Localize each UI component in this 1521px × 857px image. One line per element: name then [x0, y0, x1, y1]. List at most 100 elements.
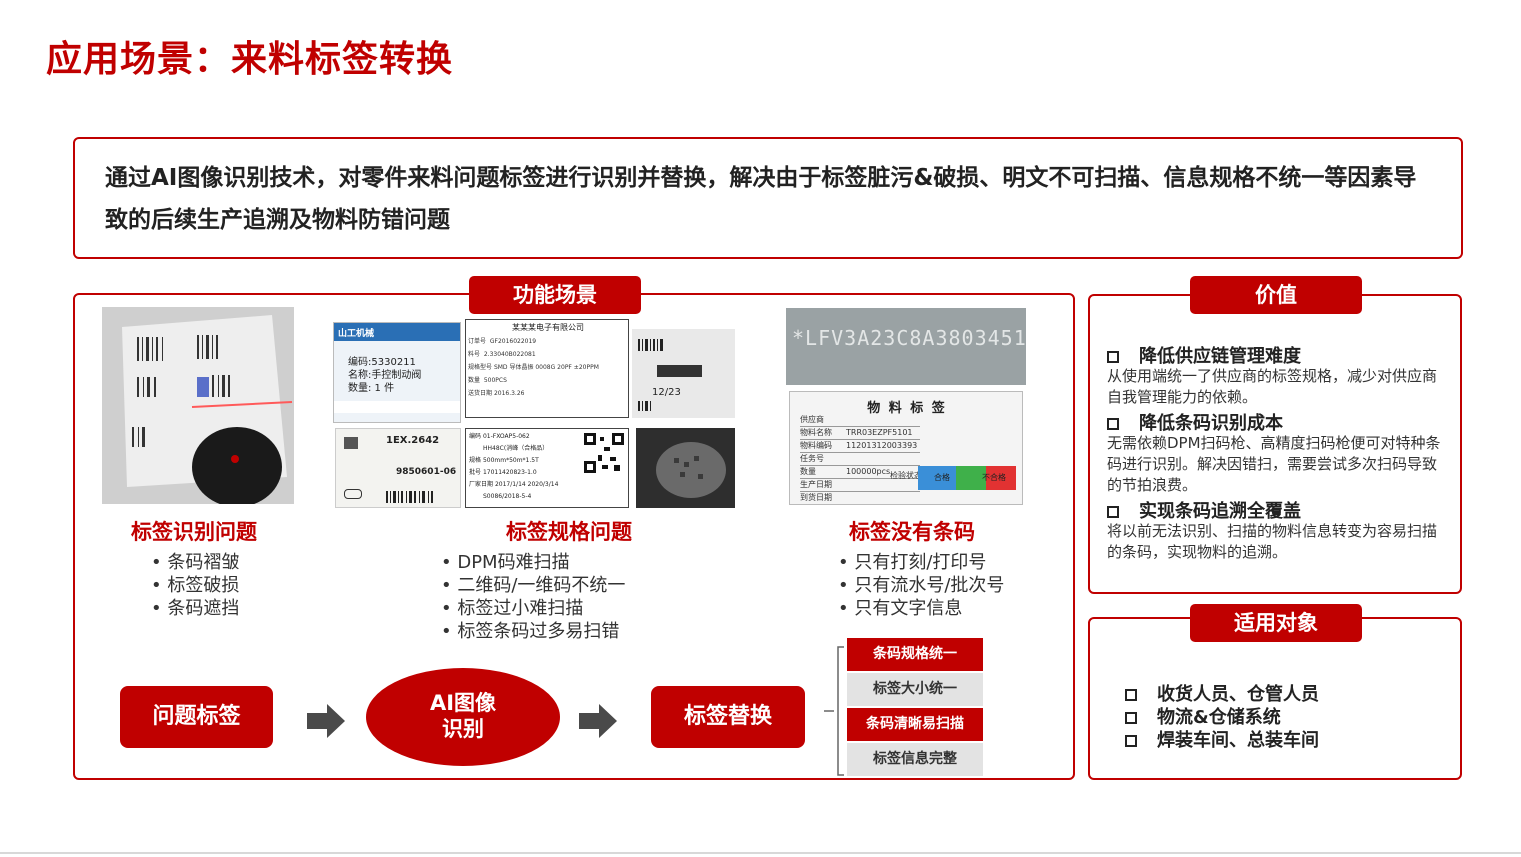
material-row: 任务号 — [800, 453, 920, 466]
value-head-2: 降低条码识别成本 — [1107, 409, 1283, 435]
material-row-value: TRR03EZPF5101 — [846, 428, 913, 437]
material-fail: 不合格 — [982, 473, 1006, 482]
column-title-no-barcode: 标签没有条码 — [849, 520, 975, 544]
arrow-right-icon — [579, 704, 617, 738]
wrinkled-label-photo — [102, 307, 294, 504]
flow-step2-line1: AI图像 — [429, 691, 497, 715]
target-item-2-text: 物流&仓储系统 — [1157, 707, 1281, 728]
value-body-2: 无需依赖DPM扫码枪、高精度扫码枪便可对特种条码进行识别。解决因错扫，需要尝试多… — [1107, 434, 1441, 494]
value-head-1-text: 降低供应链管理难度 — [1139, 346, 1301, 367]
table-batch-value: 17011420823-1.0 — [482, 469, 537, 476]
list-item: 只有打刻/打印号 — [838, 551, 1004, 574]
material-row-value: 100000pcs — [846, 467, 891, 476]
material-row: 供应商 — [800, 414, 920, 427]
page-title: 应用场景：来料标签转换 — [46, 39, 454, 80]
target-badge: 适用对象 — [1190, 604, 1362, 642]
flow-step-label-replace: 标签替换 — [651, 686, 805, 748]
label-image-sheet: 某某某电子有限公司 订单号 GF2016022019 料号 2.33040B02… — [465, 319, 629, 418]
list-item: 只有文字信息 — [838, 597, 1004, 620]
label-qty: 数量: 1 件 — [348, 383, 395, 394]
material-pass: 合格 — [934, 473, 950, 482]
flow-step2-line2: 识别 — [442, 717, 484, 741]
sticker-num: 9850601-06 — [396, 467, 457, 477]
value-body-3: 将以前无法识别、扫描的物料信息转变为容易扫描的条码，实现物料的追溯。 — [1107, 522, 1438, 561]
value-head-1: 降低供应链管理难度 — [1107, 342, 1301, 368]
label-image-print: 12/23 — [632, 329, 735, 418]
table-batch-label: 批号 — [469, 469, 482, 476]
intro-text: 通过AI图像识别技术，对零件来料问题标签进行识别并替换，解决由于标签脏污&破损、… — [105, 165, 1417, 233]
material-label-photo: 物 料 标 签 供应商 物料名称 TRR03EZPF5101 物料编码 11201312… — [789, 391, 1023, 505]
sheet-row5-value: 2016.3.26 — [493, 390, 525, 397]
table-std: S0086/2018-5-4 — [483, 493, 532, 500]
checkbox-square-icon — [1125, 689, 1137, 701]
table-code-label: 编码 — [469, 433, 482, 440]
bullet-list-spec: DPM码难扫描 二维码/一维码不统一 标签过小难扫描 标签条码过多易扫错 — [441, 551, 625, 643]
list-item: 条码遮挡 — [151, 597, 239, 620]
intro-box: 通过AI图像识别技术，对零件来料问题标签进行识别并替换，解决由于标签脏污&破损、… — [73, 137, 1463, 259]
material-row: 物料名称 TRR03EZPF5101 — [800, 427, 920, 440]
list-item: 条码褶皱 — [151, 551, 239, 574]
list-item: 二维码/一维码不统一 — [441, 574, 625, 597]
sheet-row4-value: 500PCS — [483, 377, 507, 384]
table-date-value: 2017/1/14 — [494, 481, 526, 488]
engraved-plate-photo: *LFV3A23C8A3803451* — [786, 308, 1026, 385]
result-barcode-clear: 条码清晰易扫描 — [847, 708, 983, 741]
list-item: DPM码难扫描 — [441, 551, 625, 574]
table-spec-label: 规格 — [469, 457, 482, 464]
sheet-row4-label: 数量 — [468, 377, 481, 384]
result-label-size-unified: 标签大小统一 — [847, 673, 983, 706]
label-image-company: 山工机械 编码:5330211 名称:手控制动阀 数量: 1 件 — [333, 322, 461, 423]
material-row-label: 生产日期 — [800, 480, 832, 489]
bullet-list-recognition: 条码褶皱 标签破损 条码遮挡 — [151, 551, 239, 620]
table-spec-value: 500mm*50m*1.5T — [482, 457, 539, 464]
print-date: 12/23 — [652, 387, 681, 398]
bracket-connector — [824, 646, 844, 776]
value-body-1: 从使用端统一了供应商的标签规格，减少对供应商自我管理能力的依赖。 — [1107, 367, 1438, 406]
bullet-list-no-barcode: 只有打刻/打印号 只有流水号/批次号 只有文字信息 — [838, 551, 1004, 620]
flow-step-ai-recognition: AI图像 识别 — [366, 668, 560, 766]
dpm-code-photo — [636, 428, 735, 508]
material-row-label: 到货日期 — [800, 493, 832, 502]
target-item-3: 焊装车间、总装车间 — [1125, 726, 1319, 752]
value-badge: 价值 — [1190, 276, 1362, 314]
checkbox-square-icon — [1125, 735, 1137, 747]
checkbox-square-icon — [1107, 351, 1119, 363]
label-image-table: 编码 01-FXOAP5-062 HH48C(消峰（合格品） 规格 500mm*… — [465, 428, 629, 508]
column-title-recognition: 标签识别问题 — [131, 520, 257, 544]
table-name: HH48C(消峰（合格品） — [483, 445, 549, 452]
material-row: 物料编码 11201312003393 — [800, 440, 920, 453]
sheet-row3-value: SMD 导体晶振 0008G 20PF ±20PPM — [493, 364, 599, 371]
sheet-row1-label: 订单号 — [468, 338, 487, 345]
target-item-1-text: 收货人员、仓管人员 — [1157, 684, 1319, 705]
sticker-code: 1EX.2642 — [386, 435, 440, 446]
engraved-text: *LFV3A23C8A3803451* — [792, 326, 1026, 350]
sheet-row2-value: 2.33040B022081 — [483, 351, 536, 358]
result-label-info-complete: 标签信息完整 — [847, 743, 983, 776]
table-date-label: 厂家日期 — [469, 481, 494, 488]
arrow-right-icon — [307, 704, 345, 738]
sheet-row3-label: 规格型号 — [468, 364, 493, 371]
label-company: 山工机械 — [338, 329, 375, 339]
material-row: 到货日期 — [800, 492, 920, 504]
table-exp-value: 2020/3/14 — [527, 481, 559, 488]
footer-divider — [0, 852, 1521, 854]
value-head-3-text: 实现条码追溯全覆盖 — [1139, 501, 1301, 522]
checkbox-square-icon — [1107, 506, 1119, 518]
checkbox-square-icon — [1125, 712, 1137, 724]
material-row-label: 数量 — [800, 467, 816, 476]
target-item-3-text: 焊装车间、总装车间 — [1157, 730, 1319, 751]
material-rows: 供应商物料名称 TRR03EZPF5101 物料编码 11201312003393 任务… — [800, 414, 920, 504]
sheet-company: 某某某电子有限公司 — [512, 323, 584, 332]
sheet-row5-label: 送货日期 — [468, 390, 493, 397]
material-row-label: 物料名称 — [800, 428, 832, 437]
material-row-value: 11201312003393 — [846, 441, 918, 450]
checkbox-square-icon — [1107, 418, 1119, 430]
function-badge: 功能场景 — [469, 276, 641, 314]
qr-code-icon — [584, 433, 624, 473]
material-row-label: 供应商 — [800, 415, 824, 424]
table-code-value: 01-FXOAP5-062 — [482, 433, 530, 440]
list-item: 标签过小难扫描 — [441, 597, 625, 620]
label-image-sticker: 1EX.2642 9850601-06 — [335, 428, 461, 508]
value-head-2-text: 降低条码识别成本 — [1139, 413, 1283, 434]
material-row-label: 物料编码 — [800, 441, 832, 450]
